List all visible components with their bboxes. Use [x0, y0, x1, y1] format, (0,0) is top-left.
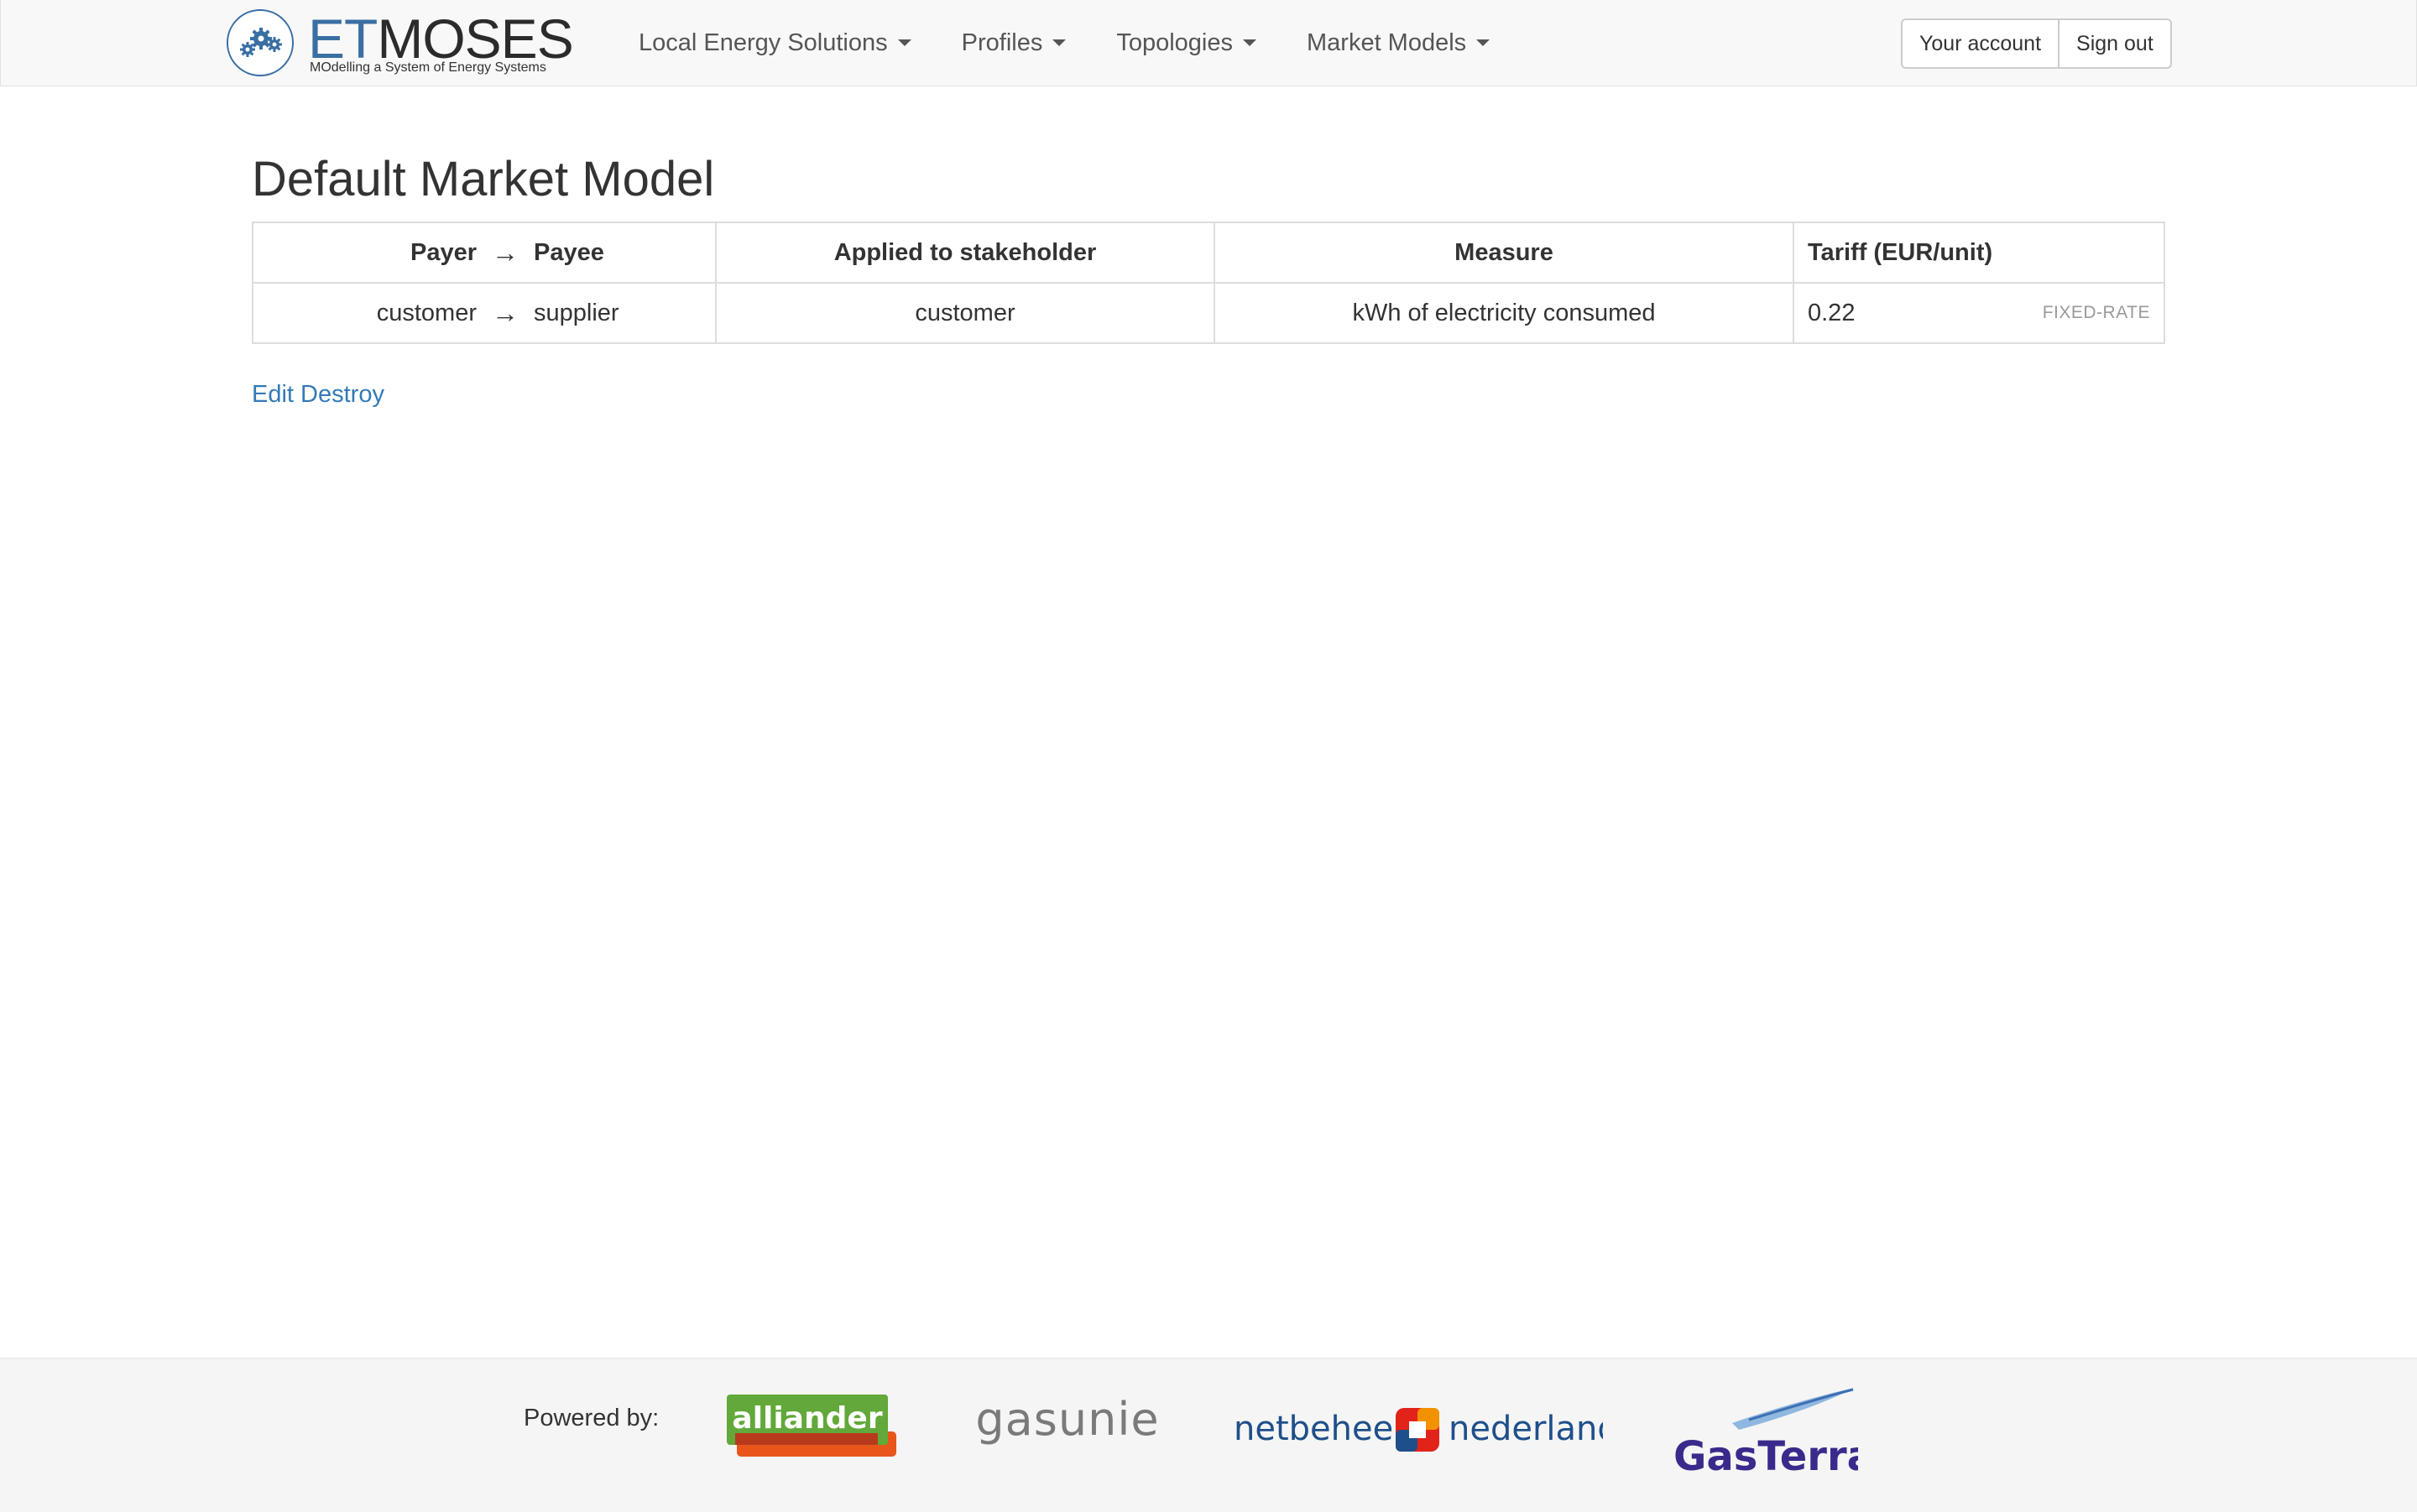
- header-tariff: Tariff (EUR/unit): [1793, 222, 2165, 284]
- arrow-right-icon: →: [490, 282, 520, 344]
- gasterra-logo[interactable]: GasTerra: [1673, 1386, 1858, 1478]
- powered-by-label: Powered by:: [524, 1405, 660, 1431]
- page-title: Default Market Model: [252, 152, 715, 206]
- gears-logo-icon: [227, 9, 294, 76]
- navbar: ETMOSES MOdelling a System of Energy Sys…: [0, 0, 2417, 86]
- brand-link[interactable]: ETMOSES MOdelling a System of Energy Sys…: [226, 8, 574, 79]
- header-payer: Payer: [252, 222, 490, 284]
- destroy-link[interactable]: Destroy: [300, 381, 384, 408]
- cell-payee: supplier: [520, 282, 717, 344]
- header-arrow-icon: →: [490, 222, 520, 284]
- nav-market-models-label: Market Models: [1307, 29, 1467, 56]
- alliander-logo-text: alliander: [732, 1401, 882, 1436]
- gasterra-logo-text: GasTerra: [1673, 1433, 1858, 1478]
- netbeheer-logo-text-right: nederland: [1449, 1410, 1603, 1448]
- caret-down-icon: [897, 39, 911, 46]
- header-measure: Measure: [1214, 222, 1794, 284]
- nav-local-energy-solutions[interactable]: Local Energy Solutions: [639, 0, 911, 86]
- main-nav: Local Energy Solutions Profiles Topologi…: [639, 0, 1540, 86]
- brand-subtitle: MOdelling a System of Energy Systems: [310, 60, 546, 75]
- nav-profiles-label: Profiles: [961, 29, 1043, 56]
- sign-out-button[interactable]: Sign out: [2059, 18, 2172, 69]
- tariff-type-label: FIXED-RATE: [2042, 303, 2150, 322]
- header-payee: Payee: [520, 222, 717, 284]
- cell-measure: kWh of electricity consumed: [1214, 282, 1794, 344]
- table-header-row: Payer → Payee Applied to stakeholder Mea…: [252, 222, 2165, 284]
- nav-topologies-label: Topologies: [1116, 29, 1233, 56]
- footer: Powered by: alliander gasunie netbeheer …: [0, 1358, 2417, 1512]
- gasunie-logo-text: gasunie: [975, 1393, 1159, 1446]
- nav-profiles[interactable]: Profiles: [962, 0, 1067, 86]
- caret-down-icon: [1476, 39, 1490, 46]
- tariff-value: 0.22: [1808, 299, 1856, 326]
- brand-title: ETMOSES: [308, 10, 574, 67]
- nav-topologies[interactable]: Topologies: [1116, 0, 1256, 86]
- header-stakeholder: Applied to stakeholder: [715, 222, 1215, 284]
- netbeheer-logo-text-left: netbeheer: [1234, 1410, 1407, 1448]
- action-links: Edit Destroy: [252, 381, 384, 409]
- gasunie-logo[interactable]: gasunie: [967, 1393, 1168, 1458]
- caret-down-icon: [1243, 39, 1256, 46]
- cell-payer: customer: [252, 282, 490, 344]
- user-button-group: Your account Sign out: [1901, 18, 2172, 69]
- cell-tariff: 0.22 FIXED-RATE: [1793, 282, 2165, 344]
- alliander-logo[interactable]: alliander: [727, 1395, 898, 1462]
- your-account-button[interactable]: Your account: [1901, 18, 2060, 69]
- cell-stakeholder: customer: [715, 282, 1215, 344]
- table-row: customer → supplier customer kWh of elec…: [252, 282, 2165, 344]
- netbeheer-nederland-logo[interactable]: netbeheer nederland: [1234, 1403, 1603, 1457]
- market-model-table: Payer → Payee Applied to stakeholder Mea…: [252, 222, 2165, 344]
- caret-down-icon: [1052, 39, 1067, 46]
- nav-local-energy-solutions-label: Local Energy Solutions: [639, 29, 888, 56]
- nav-market-models[interactable]: Market Models: [1307, 0, 1490, 86]
- edit-link[interactable]: Edit: [252, 381, 294, 408]
